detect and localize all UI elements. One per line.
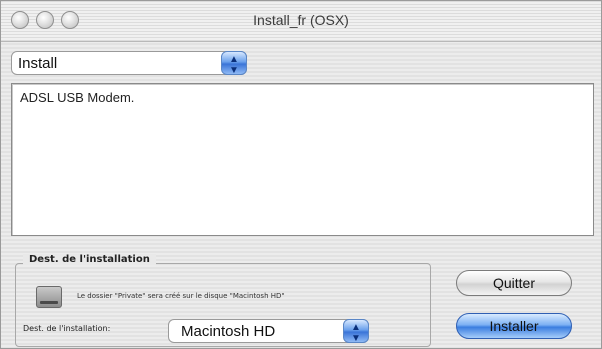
private-folder-note: Le dossier "Private" sera créé sur le di… <box>77 292 285 300</box>
destination-disk-popup[interactable]: Macintosh HD ▲ ▼ <box>168 319 369 344</box>
updown-arrows-icon[interactable]: ▲ ▼ <box>221 51 247 76</box>
description-text: ADSL USB Modem. <box>20 90 135 105</box>
description-text-area[interactable]: ADSL USB Modem. <box>11 83 594 236</box>
destination-label: Dest. de l'installation: <box>23 324 111 333</box>
window-title: Install_fr (OSX) <box>253 12 349 28</box>
install-type-popup[interactable]: Install ▲ ▼ <box>11 51 247 76</box>
updown-arrows-icon[interactable]: ▲ ▼ <box>343 319 369 344</box>
destination-group-title: Dest. de l'installation <box>23 254 156 265</box>
install-button[interactable]: Installer <box>456 313 572 339</box>
title-bar[interactable]: Install_fr (OSX) <box>1 1 601 42</box>
destination-disk-value: Macintosh HD <box>181 323 276 340</box>
quit-button[interactable]: Quitter <box>456 270 572 296</box>
hard-disk-icon <box>36 286 62 308</box>
install-type-value: Install <box>18 55 58 72</box>
installer-window: Install_fr (OSX) Install ▲ ▼ ADSL USB Mod… <box>0 0 602 349</box>
